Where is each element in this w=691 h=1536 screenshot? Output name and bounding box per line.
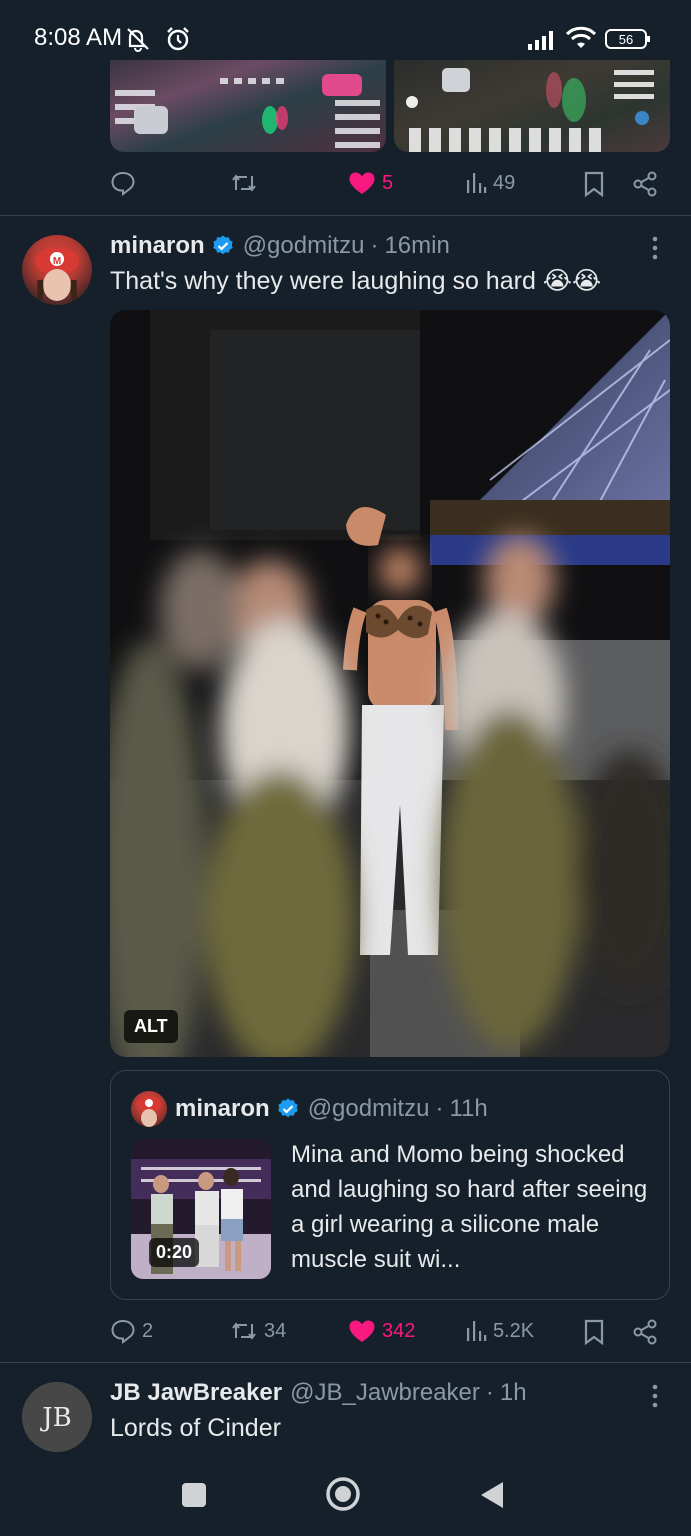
next-tweet-time[interactable]: 1h	[500, 1379, 527, 1407]
retweet-button[interactable]: 34	[230, 1318, 286, 1344]
system-nav-bar	[0, 1460, 691, 1536]
like-button[interactable]: 342	[348, 1318, 415, 1344]
more-options-icon[interactable]	[646, 1382, 664, 1410]
quoted-author-handle: @godmitzu	[307, 1095, 430, 1122]
wifi-icon	[565, 26, 597, 50]
share-icon	[633, 171, 657, 197]
more-options-icon[interactable]	[646, 234, 664, 262]
video-duration: 0:20	[149, 1238, 200, 1267]
share-button[interactable]	[632, 170, 658, 198]
views-icon	[467, 1321, 487, 1341]
retweet-icon	[232, 1322, 256, 1340]
quoted-header: minaron @godmitzu · 11h	[175, 1093, 488, 1125]
prev-tweet-image-right[interactable]	[394, 60, 670, 152]
bookmark-icon	[584, 1319, 604, 1346]
status-bar: 8:08 AM 56	[0, 0, 691, 60]
like-button[interactable]: 5	[348, 170, 393, 196]
like-count: 342	[382, 1319, 416, 1342]
retweet-icon	[232, 174, 256, 192]
reply-icon	[111, 1319, 135, 1344]
views-icon	[467, 173, 487, 193]
reply-icon	[111, 171, 135, 196]
quoted-tweet[interactable]: minaron @godmitzu · 11h 0:20 Mina and Mo…	[110, 1070, 670, 1300]
svg-text:M: M	[53, 256, 61, 267]
next-tweet-text: Lords of Cinder	[110, 1414, 281, 1442]
bookmark-button[interactable]	[583, 170, 605, 198]
alt-text-button[interactable]: ALT	[124, 1010, 178, 1043]
next-avatar[interactable]: JB	[22, 1382, 92, 1452]
reply-button[interactable]: 2	[110, 1318, 153, 1344]
tweet-header: minaron @godmitzu · 16min	[110, 230, 450, 262]
reply-count: 2	[142, 1319, 154, 1342]
verified-badge-icon	[211, 234, 235, 258]
next-author-name[interactable]: JB JawBreaker	[110, 1379, 282, 1407]
tweet-divider	[0, 215, 691, 216]
meta-separator: ·	[485, 1379, 494, 1406]
prev-tweet-image-left[interactable]	[110, 60, 386, 152]
back-button[interactable]	[478, 1480, 506, 1510]
verified-badge-icon	[276, 1097, 300, 1121]
meta-separator: ·	[435, 1095, 444, 1122]
quoted-avatar	[131, 1091, 167, 1127]
battery-level: 56	[619, 32, 633, 47]
next-author-handle[interactable]: @JB_Jawbreaker	[290, 1379, 480, 1407]
tweet-text: That's why they were laughing so hard 😭😭	[110, 267, 602, 295]
views-button[interactable]: 49	[465, 170, 515, 196]
recent-apps-button[interactable]	[181, 1482, 207, 1508]
views-count: 49	[493, 171, 516, 194]
mute-vibrate-icon	[124, 26, 154, 52]
alarm-icon	[165, 26, 191, 52]
quoted-video-thumbnail[interactable]: 0:20	[131, 1139, 271, 1279]
avatar[interactable]: M	[22, 235, 92, 305]
heart-filled-icon	[349, 1320, 375, 1342]
tweet-media-image[interactable]: ALT	[110, 310, 670, 1057]
share-button[interactable]	[632, 1318, 658, 1346]
author-handle[interactable]: @godmitzu	[243, 232, 365, 260]
battery-icon: 56	[604, 27, 652, 51]
views-button[interactable]: 5.2K	[465, 1318, 534, 1344]
retweet-count: 34	[264, 1319, 287, 1342]
avatar-initials: JB	[39, 1403, 72, 1433]
quoted-tweet-time: 11h	[449, 1095, 488, 1122]
retweet-button[interactable]	[230, 170, 264, 196]
quoted-tweet-text: Mina and Momo being shocked and laughing…	[291, 1141, 648, 1273]
bookmark-icon	[584, 171, 604, 198]
like-count: 5	[382, 171, 394, 194]
heart-filled-icon	[349, 172, 375, 194]
home-button[interactable]	[325, 1476, 361, 1512]
status-time: 8:08 AM	[34, 24, 123, 51]
reply-button[interactable]	[110, 170, 142, 196]
tweet-time[interactable]: 16min	[384, 232, 449, 260]
author-name[interactable]: minaron	[110, 232, 205, 260]
tweet-divider	[0, 1362, 691, 1363]
signal-icon	[527, 28, 559, 50]
share-icon	[633, 1319, 657, 1345]
bookmark-button[interactable]	[583, 1318, 605, 1346]
views-count: 5.2K	[493, 1319, 535, 1342]
next-tweet-header: JB JawBreaker @JB_Jawbreaker · 1h	[110, 1377, 527, 1409]
quoted-author-name: minaron	[175, 1095, 270, 1122]
meta-separator: ·	[370, 232, 379, 259]
